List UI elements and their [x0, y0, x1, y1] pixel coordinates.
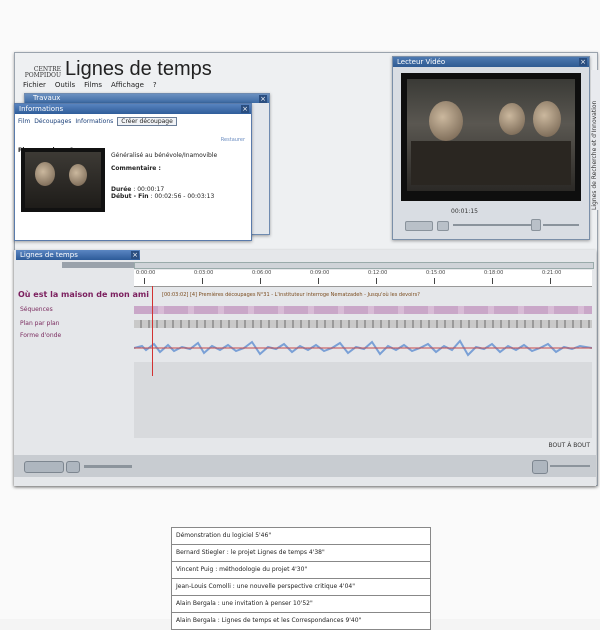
track-label-plan[interactable]: Plan par plan	[20, 320, 60, 327]
menu-outils[interactable]: Outils	[55, 81, 75, 89]
video-list: Démonstration du logiciel 5'46" Bernard …	[171, 527, 431, 630]
close-icon[interactable]: ×	[579, 58, 587, 66]
thumb-face-right	[69, 164, 87, 186]
stop-button[interactable]	[437, 221, 449, 231]
informations-window: Informations × Film Découpages Informati…	[14, 103, 252, 241]
thumbnail-scene	[25, 152, 101, 208]
stop-button[interactable]	[66, 461, 80, 473]
restore-row: Restaurer	[15, 126, 251, 145]
volume-slider[interactable]	[550, 465, 590, 467]
tick-label: 0:21:00	[542, 270, 562, 284]
video-player-window: Lecteur Vidéo × 00:01:15	[392, 56, 590, 240]
tick-label: 0:18:00	[484, 270, 504, 284]
player-title: Lecteur Vidéo	[397, 58, 446, 66]
tick-label: 0:09:00	[310, 270, 330, 284]
timeline-tab[interactable]: Lignes de temps ×	[16, 250, 140, 260]
page-canvas: CENTRE POMPIDOU Lignes de temps Fichier …	[0, 0, 600, 630]
timeline-panel: Lignes de temps × 0:00:00 0:03:00 0:06:0…	[14, 250, 596, 486]
timeline-ruler: 0:00:00 0:03:00 0:06:00 0:09:00 0:12:00 …	[134, 270, 592, 287]
boy-face-right	[533, 101, 561, 137]
app-header: CENTRE POMPIDOU Lignes de temps	[21, 59, 212, 79]
player-titlebar[interactable]: Lecteur Vidéo ×	[393, 57, 589, 67]
zoom-bar[interactable]	[62, 262, 134, 268]
close-icon[interactable]: ×	[241, 105, 249, 113]
tab-film[interactable]: Film	[18, 118, 30, 125]
duree-row: Durée : 00:00:17	[111, 186, 165, 193]
track-label-onde[interactable]: Forme d'onde	[20, 332, 61, 339]
desk-shadow	[411, 141, 571, 185]
volume-slider[interactable]	[543, 224, 579, 226]
tick-label: 0:03:00	[194, 270, 214, 284]
list-item[interactable]: Démonstration du logiciel 5'46"	[172, 528, 430, 545]
track-label-sequences[interactable]: Séquences	[20, 306, 53, 313]
clip-thumbnail	[21, 148, 105, 212]
boy-face-left	[429, 101, 463, 141]
boy-face-center	[499, 103, 525, 135]
tick-label: 0:12:00	[368, 270, 388, 284]
movie-title[interactable]: Où est la maison de mon ami	[18, 290, 149, 299]
tick-label: 0:15:00	[426, 270, 446, 284]
close-icon[interactable]: ×	[131, 251, 139, 259]
debut-label: Début - Fin	[111, 193, 149, 200]
app-title: Lignes de temps	[65, 58, 212, 80]
bout-a-bout-label[interactable]: BOUT À BOUT	[549, 442, 591, 449]
play-button[interactable]	[24, 461, 64, 473]
video-scene-image	[407, 79, 575, 191]
waveform-track[interactable]	[134, 336, 592, 360]
commentaire-label: Commentaire :	[111, 165, 161, 172]
list-item[interactable]: Jean-Louis Comolli : une nouvelle perspe…	[172, 579, 430, 596]
player-time: 00:01:15	[451, 208, 478, 215]
debut-row: Début - Fin : 00:02:56 - 00:03:13	[111, 193, 215, 200]
tab-informations[interactable]: Informations	[75, 118, 113, 125]
list-item[interactable]: Alain Bergala : Lignes de temps et les C…	[172, 613, 430, 629]
timeline-scrollbar[interactable]	[134, 262, 594, 269]
travaux-title: Travaux	[33, 94, 61, 102]
travaux-titlebar[interactable]: Travaux ×	[25, 94, 269, 103]
duree-label: Durée	[111, 186, 132, 193]
menu-films[interactable]: Films	[84, 81, 102, 89]
close-icon[interactable]: ×	[259, 95, 267, 103]
side-tab-label[interactable]: Lignes de Recherche et d'Innovation	[591, 70, 600, 210]
sequences-track[interactable]	[134, 306, 592, 314]
zoom-slider[interactable]	[84, 465, 132, 468]
tab-decoupages[interactable]: Découpages	[34, 118, 71, 125]
timeline-title: Lignes de temps	[20, 251, 78, 259]
timeline-controls	[14, 455, 596, 477]
movie-info: [00:03:02] [4] Premières découpages N°31…	[162, 292, 420, 298]
volume-knob[interactable]	[531, 219, 541, 231]
debut-value: 00:02:56 - 00:03:13	[154, 193, 215, 200]
video-frame[interactable]	[401, 73, 581, 201]
creer-decoupage-button[interactable]: Créer découpage	[117, 117, 177, 126]
restore-link[interactable]: Restaurer	[221, 137, 245, 143]
tick-label: 0:06:00	[252, 270, 272, 284]
informations-tabs: Film Découpages Informations Créer décou…	[15, 114, 251, 126]
list-item[interactable]: Vincent Puig : méthodologie du projet 4'…	[172, 562, 430, 579]
playhead-marker[interactable]	[152, 286, 153, 376]
list-item[interactable]: Bernard Stiegler : le projet Lignes de t…	[172, 545, 430, 562]
menu-fichier[interactable]: Fichier	[23, 81, 46, 89]
menu-help[interactable]: ?	[153, 81, 157, 89]
seek-bar[interactable]	[453, 224, 533, 226]
clip-info-text: Généralisé au bénévole/Inamovible Commen…	[111, 152, 241, 200]
menu-affichage[interactable]: Affichage	[111, 81, 144, 89]
informations-titlebar[interactable]: Informations ×	[15, 104, 251, 114]
volume-knob[interactable]	[532, 460, 548, 474]
centre-pompidou-logo: CENTRE POMPIDOU	[24, 66, 61, 79]
tick-label: 0:00:00	[136, 270, 156, 284]
menu-bar: Fichier Outils Films Affichage ?	[23, 81, 157, 89]
thumb-face-left	[35, 162, 55, 186]
list-item[interactable]: Alain Bergala : une invitation à penser …	[172, 596, 430, 613]
informations-title: Informations	[19, 105, 64, 113]
play-button[interactable]	[405, 221, 433, 231]
timeline-lower-area	[134, 362, 592, 438]
desc-text: Généralisé au bénévole/Inamovible	[111, 152, 218, 159]
duree-value: 00:00:17	[137, 186, 165, 193]
plan-track[interactable]	[134, 320, 592, 328]
